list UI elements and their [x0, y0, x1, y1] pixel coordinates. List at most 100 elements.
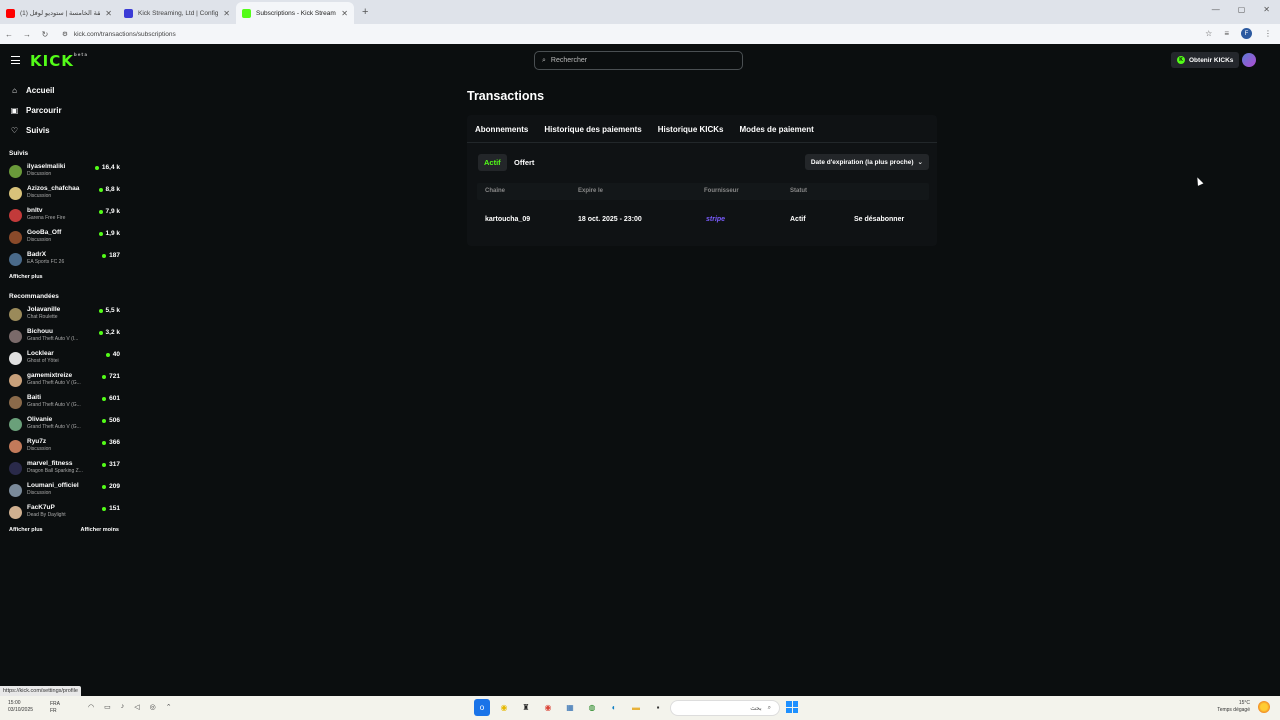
maximize-icon[interactable]: ▢ [1238, 5, 1246, 14]
viewer-count-text: 3,2 k [105, 329, 120, 336]
kicks-coin-icon: K [1177, 56, 1185, 64]
site-info-icon[interactable]: ⚙ [62, 30, 68, 38]
channel-avatar [9, 209, 22, 222]
status-url-tooltip: https://kick.com/settings/profile [0, 686, 81, 696]
viewer-count-text: 721 [109, 373, 120, 380]
channel-item[interactable]: Loumani_officiel Discussion 209 [0, 480, 126, 502]
close-icon[interactable]: ✕ [105, 9, 112, 18]
chevron-up-icon[interactable]: ⌃ [166, 703, 172, 711]
wifi-icon[interactable]: ◠ [88, 703, 94, 711]
show-more-link[interactable]: Afficher plus [9, 274, 43, 280]
live-dot-icon [102, 506, 107, 511]
live-dot-icon [102, 253, 107, 258]
minimize-icon[interactable]: — [1212, 5, 1220, 14]
channel-item[interactable]: FacK7uP Dead By Daylight 151 [0, 502, 126, 524]
channel-avatar [9, 440, 22, 453]
viewer-count-text: 366 [109, 439, 120, 446]
channel-category: Discussion [27, 446, 52, 452]
edge-icon[interactable]: ◐ [606, 699, 622, 716]
page-title: Transactions [467, 89, 545, 103]
get-kicks-button[interactable]: K Obtenir KICKs [1171, 52, 1240, 68]
filter-active-button[interactable]: Actif [478, 154, 507, 171]
battery-icon[interactable]: ▭ [104, 703, 111, 711]
show-less-link[interactable]: Afficher moins [80, 527, 119, 533]
nav-browse[interactable]: ▣ Parcourir [0, 100, 126, 120]
app-icon[interactable]: ▪ [650, 699, 666, 716]
tab-subscriptions[interactable]: Abonnements [475, 125, 529, 143]
channel-item[interactable]: Jolavanille Chat Roulette 5,5 k [0, 304, 126, 326]
file-explorer-icon[interactable]: ▬ [628, 699, 644, 716]
microphone-icon[interactable]: ♪ [121, 703, 125, 711]
tab-payment-history[interactable]: Historique des paiements [544, 125, 641, 143]
browser-menu-icon[interactable]: ⋮ [1264, 29, 1272, 38]
channel-item[interactable]: Ryu7z Discussion 366 [0, 436, 126, 458]
chess-icon[interactable]: ♜ [518, 699, 534, 716]
nav-label: Accueil [26, 85, 55, 95]
show-more-link[interactable]: Afficher plus [9, 527, 43, 533]
media-control-icon[interactable]: ≡ [1224, 29, 1229, 38]
channel-item[interactable]: Olivanie Grand Theft Auto V (G... 506 [0, 414, 126, 436]
search-placeholder: Rechercher [550, 57, 588, 64]
viewer-count: 5,5 k [98, 307, 120, 314]
channel-category: Grand Theft Auto V (G... [27, 424, 81, 430]
live-dot-icon [98, 308, 103, 313]
user-avatar[interactable] [1242, 53, 1256, 67]
url-field[interactable]: ⚙ kick.com/transactions/subscriptions [62, 30, 176, 39]
nav-home[interactable]: ⌂ Accueil [0, 80, 126, 100]
chrome-icon[interactable]: ◉ [540, 699, 556, 716]
search-input[interactable]: ⌕ Rechercher [534, 51, 743, 70]
close-window-icon[interactable]: ✕ [1263, 5, 1270, 14]
column-header-channel: Chaîne [485, 188, 506, 194]
filter-gifted-button[interactable]: Offert [508, 154, 540, 171]
taskbar-search-input[interactable]: بحث ⌕ [670, 700, 780, 716]
logo-beta: beta [73, 52, 89, 57]
channel-item[interactable]: marvel_fitness Dragon Ball Sparking Z... 3… [0, 458, 126, 480]
sort-dropdown[interactable]: Date d'expiration (la plus proche) ⌄ [804, 154, 929, 170]
new-tab-button[interactable]: + [362, 6, 368, 18]
reload-icon[interactable]: ↻ [36, 30, 54, 39]
nav-following[interactable]: ♡ Suivis [0, 120, 126, 140]
profile-avatar[interactable]: F [1241, 28, 1252, 39]
forward-icon[interactable]: → [18, 30, 36, 39]
row-channel[interactable]: kartoucha_09 [485, 216, 530, 223]
tab-payment-methods[interactable]: Modes de paiement [740, 125, 814, 143]
menu-hamburger-icon[interactable] [11, 56, 20, 64]
row-status: Actif [790, 216, 806, 223]
clock[interactable]: 15:00 03/10/2025 [8, 700, 33, 714]
kick-logo[interactable]: KICKbeta [30, 52, 88, 70]
tabs-divider [467, 142, 937, 143]
channel-item[interactable]: Baiti Grand Theft Auto V (G... 601 [0, 392, 126, 414]
channel-item[interactable]: GooBa_Off Discussion 1,9 k [0, 227, 126, 249]
kick-icon [242, 8, 251, 18]
xbox-icon[interactable]: ◍ [584, 699, 600, 716]
close-icon[interactable]: ✕ [341, 9, 348, 18]
unsubscribe-button[interactable]: Se désabonner [854, 216, 904, 223]
browser-tab-kick-config[interactable]: Kick Streaming, Ltd | Configur... ✕ [118, 2, 236, 24]
close-icon[interactable]: ✕ [223, 9, 230, 18]
channel-item[interactable]: Bichouu Grand Theft Auto V (I... 3,2 k [0, 326, 126, 348]
outlook-icon[interactable]: o [474, 699, 490, 716]
windows-start-icon[interactable] [786, 701, 798, 713]
language-indicator[interactable]: FRA FR [50, 701, 60, 715]
column-header-expires: Expire le [578, 188, 604, 194]
channel-item[interactable]: gamemixtreize Grand Theft Auto V (G... 721 [0, 370, 126, 392]
norton-icon[interactable]: ◉ [496, 699, 512, 716]
channel-item[interactable]: ilyaselmaliki Discussion 16,4 k [0, 161, 126, 183]
back-icon[interactable]: ← [0, 30, 18, 39]
channel-item[interactable]: Azizos_chafchaa Discussion 8,8 k [0, 183, 126, 205]
channel-item[interactable]: Locklear Ghost of Yōtei 40 [0, 348, 126, 370]
tab-kicks-history[interactable]: Historique KICKs [658, 125, 724, 143]
headset-icon[interactable]: ◎ [150, 703, 156, 711]
channel-item[interactable]: bnltv Garena Free Fire 7,9 k [0, 205, 126, 227]
channel-item[interactable]: BadrX EA Sports FC 26 187 [0, 249, 126, 271]
kick-config-icon [124, 8, 133, 18]
weather-widget[interactable]: 15°C Temps dégagé [1217, 700, 1250, 714]
speaker-icon[interactable]: ◁ [134, 703, 139, 711]
site-header: KICKbeta ⌕ Rechercher K Obtenir KICKs [0, 44, 1280, 76]
channel-category: EA Sports FC 26 [27, 259, 65, 265]
calculator-icon[interactable]: ▦ [562, 699, 578, 716]
bookmark-star-icon[interactable]: ☆ [1205, 29, 1212, 38]
browser-tab-youtube[interactable]: (1) الحلقة الخامسة | ستوديو لوفل ✕ [0, 2, 118, 24]
browser-tab-subscriptions[interactable]: Subscriptions - Kick Streaming ✕ [236, 2, 354, 24]
channel-category: Discussion [27, 237, 52, 243]
